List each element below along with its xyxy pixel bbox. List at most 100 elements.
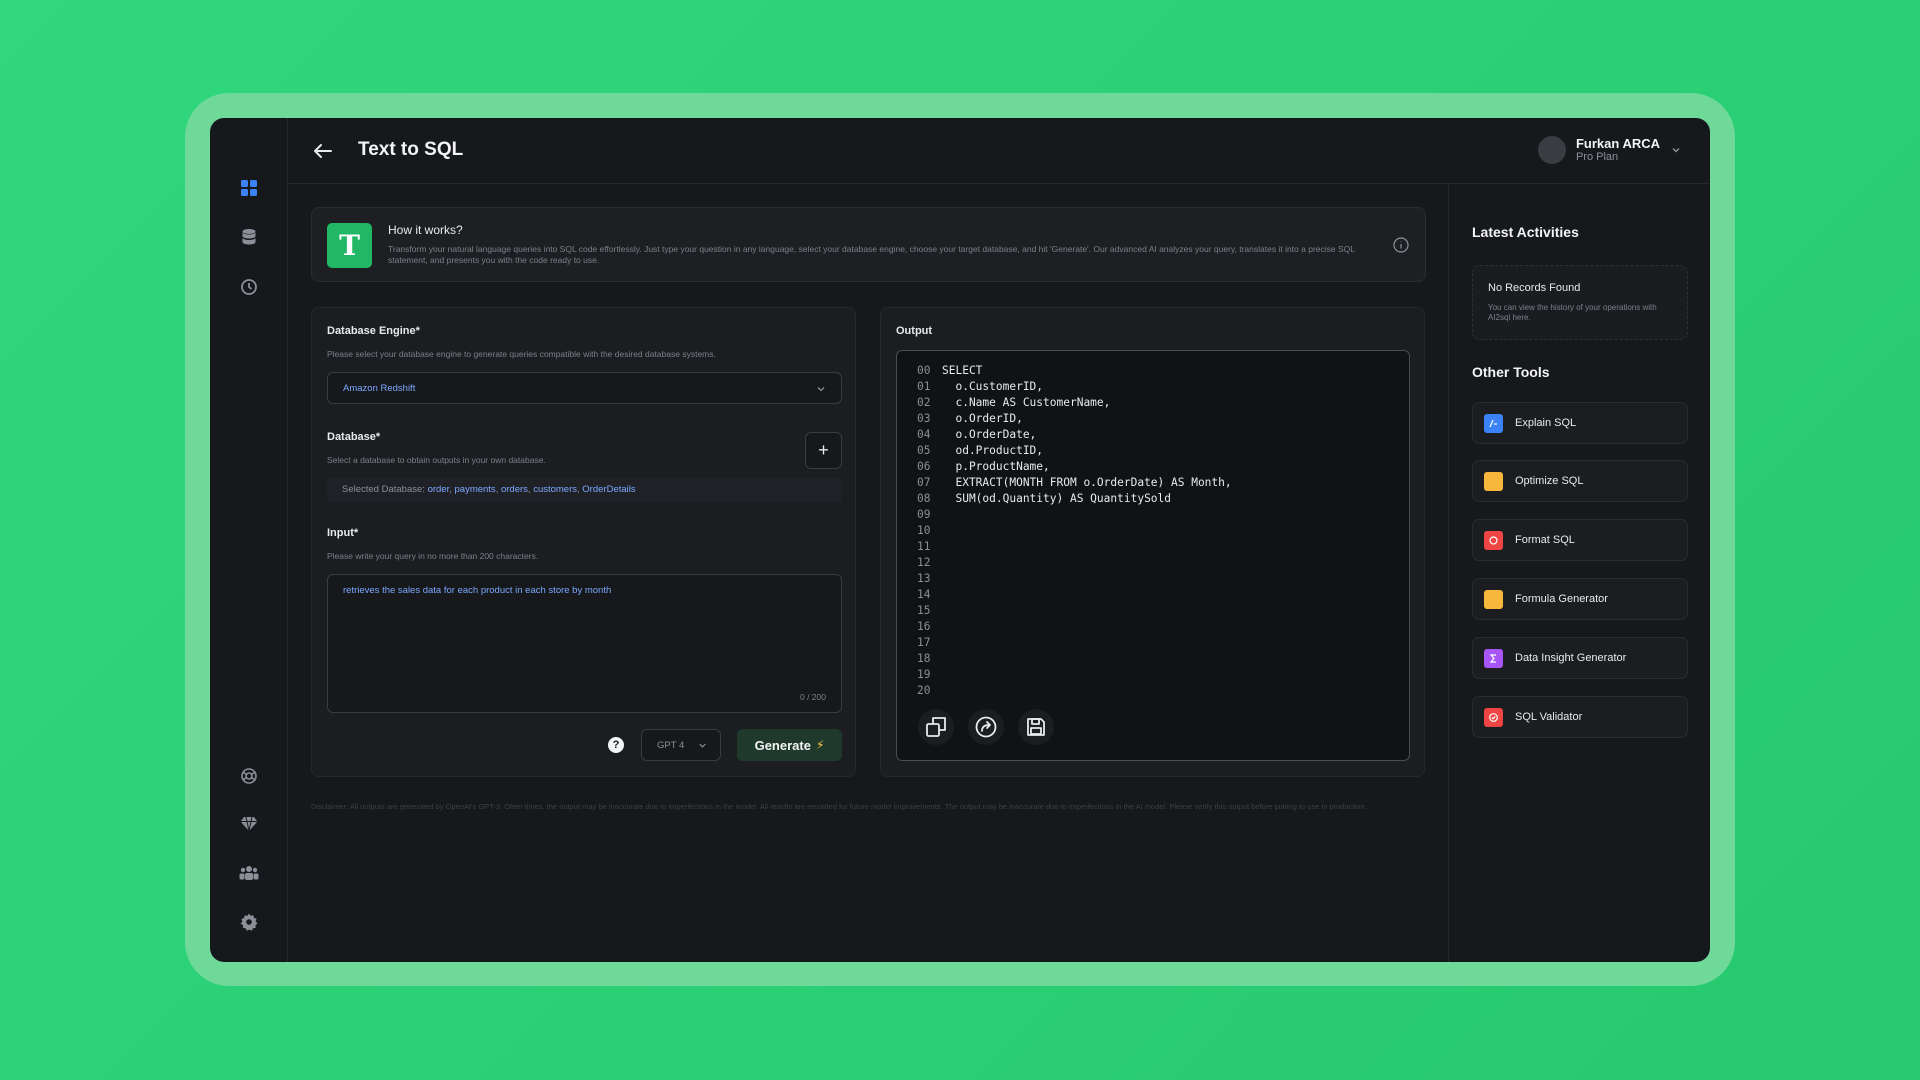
database-tag[interactable]: payments (455, 484, 496, 495)
model-select[interactable]: GPT 4 (641, 729, 721, 761)
output-card: Output 00 SELECT 01 o.CustomerID, 02 c.Name… (880, 307, 1425, 777)
code-text: EXTRACT(MONTH FROM o.OrderDate) AS Month… (942, 476, 1232, 489)
validator-icon (1484, 707, 1503, 727)
code-text: SUM(od.Quantity) AS QuantitySold (942, 492, 1172, 505)
code-line: 15 (917, 603, 1232, 619)
code-line: 05 od.ProductID, (917, 443, 1232, 459)
model-select-value: GPT 4 (657, 740, 685, 751)
line-number: 04 (917, 428, 931, 441)
selected-database-prefix: Selected Database: (342, 484, 425, 495)
code-line: 14 (917, 587, 1232, 603)
code-line: 02 c.Name AS CustomerName, (917, 395, 1232, 411)
query-form-card: Database Engine* Please select your data… (311, 307, 856, 777)
chevron-down-icon (1672, 147, 1680, 153)
line-number: 14 (917, 588, 931, 601)
line-number: 00 (917, 364, 931, 377)
line-number: 06 (917, 460, 931, 473)
optimize-icon (1484, 471, 1503, 491)
line-number: 05 (917, 444, 931, 457)
tool-data-insight-generator[interactable]: Data Insight Generator (1472, 637, 1688, 679)
back-arrow-icon[interactable] (310, 138, 336, 164)
code-text: SELECT (942, 364, 983, 377)
top-bar: Text to SQL Furkan ARCA Pro Plan (288, 118, 1710, 184)
code-line: 11 (917, 539, 1232, 555)
code-line: 10 (917, 523, 1232, 539)
tool-formula-generator[interactable]: Formula Generator (1472, 578, 1688, 620)
code-text: o.OrderID, (942, 412, 1023, 425)
no-records-title: No Records Found (1488, 282, 1581, 294)
code-line: 08 SUM(od.Quantity) AS QuantitySold (917, 491, 1232, 507)
user-plan: Pro Plan (1575, 151, 1619, 163)
query-input-value: retrieves the sales data for each produc… (343, 585, 612, 596)
code-line: 01 o.CustomerID, (917, 379, 1232, 395)
add-database-button[interactable]: + (805, 432, 842, 469)
code-line: 00 SELECT (917, 363, 1232, 379)
database-tag[interactable]: customers (533, 484, 577, 495)
right-panel: Latest Activities No Records Found You c… (1448, 184, 1710, 962)
format-icon (1484, 530, 1503, 550)
save-icon[interactable] (1018, 709, 1054, 745)
query-input[interactable]: retrieves the sales data for each produc… (327, 574, 842, 713)
sidebar (210, 118, 288, 962)
code-lines: 00 SELECT 01 o.CustomerID, 02 c.Name AS Cus… (917, 363, 1232, 699)
line-number: 19 (917, 668, 931, 681)
latest-activities-title: Latest Activities (1472, 224, 1579, 240)
tool-format-sql[interactable]: Format SQL (1472, 519, 1688, 561)
history-icon[interactable] (237, 275, 261, 299)
avatar (1537, 136, 1566, 164)
tool-sql-validator[interactable]: SQL Validator (1472, 696, 1688, 738)
database-tag[interactable]: orders (501, 484, 528, 495)
user-name: Furkan ARCA (1575, 136, 1660, 151)
user-menu[interactable]: Furkan ARCA Pro Plan (1537, 136, 1682, 164)
database-tag[interactable]: order (428, 484, 450, 495)
code-text: o.OrderDate, (942, 428, 1037, 441)
line-number: 08 (917, 492, 931, 505)
code-line: 06 p.ProductName, (917, 459, 1232, 475)
database-icon[interactable] (237, 225, 261, 249)
team-icon[interactable] (237, 861, 261, 885)
formula-icon (1484, 589, 1503, 609)
insight-icon (1484, 648, 1503, 668)
line-number: 13 (917, 572, 931, 585)
input-label: Input* (327, 527, 359, 539)
copy-icon[interactable] (918, 709, 954, 745)
lightning-icon: ⚡ (815, 738, 825, 752)
tool-explain-sql[interactable]: Explain SQL (1472, 402, 1688, 444)
generate-button[interactable]: Generate ⚡ (737, 729, 842, 761)
code-line: 13 (917, 571, 1232, 587)
gear-icon[interactable] (237, 910, 261, 934)
generate-button-label: Generate (754, 737, 811, 753)
how-it-works-text: Transform your natural language queries … (388, 244, 1355, 265)
page-title: Text to SQL (358, 139, 464, 160)
line-number: 11 (917, 540, 931, 553)
line-number: 07 (917, 476, 931, 489)
code-line: 19 (917, 667, 1232, 683)
tool-optimize-sql[interactable]: Optimize SQL (1472, 460, 1688, 502)
app-window: Text to SQL Furkan ARCA Pro Plan T How i… (210, 118, 1710, 962)
share-icon[interactable] (968, 709, 1004, 745)
tool-label: SQL Validator (1515, 711, 1583, 723)
info-icon[interactable] (1393, 237, 1409, 253)
code-output[interactable]: 00 SELECT 01 o.CustomerID, 02 c.Name AS Cus… (896, 350, 1410, 761)
user-info: Furkan ARCA Pro Plan (1575, 136, 1660, 164)
input-hint: Please write your query in no more than … (327, 551, 539, 561)
line-number: 20 (917, 684, 931, 697)
engine-select[interactable]: Amazon Redshift (327, 372, 842, 404)
line-number: 18 (917, 652, 931, 665)
tool-label: Format SQL (1515, 534, 1575, 546)
dashboard-icon[interactable] (237, 176, 261, 200)
help-icon[interactable]: ? (608, 737, 624, 753)
chevron-down-icon (699, 743, 706, 748)
code-line: 07 EXTRACT(MONTH FROM o.OrderDate) AS Mo… (917, 475, 1232, 491)
code-line: 04 o.OrderDate, (917, 427, 1232, 443)
database-hint: Select a database to obtain outputs in y… (327, 455, 546, 465)
line-number: 03 (917, 412, 931, 425)
other-tools-title: Other Tools (1472, 364, 1550, 380)
engine-hint: Please select your database engine to ge… (327, 349, 716, 359)
tool-label: Explain SQL (1515, 417, 1577, 429)
database-tag[interactable]: OrderDetails (582, 484, 635, 495)
diamond-icon[interactable] (237, 812, 261, 836)
globe-icon[interactable] (237, 764, 261, 788)
how-it-works-banner: T How it works? Transform your natural l… (311, 207, 1426, 282)
line-number: 17 (917, 636, 931, 649)
